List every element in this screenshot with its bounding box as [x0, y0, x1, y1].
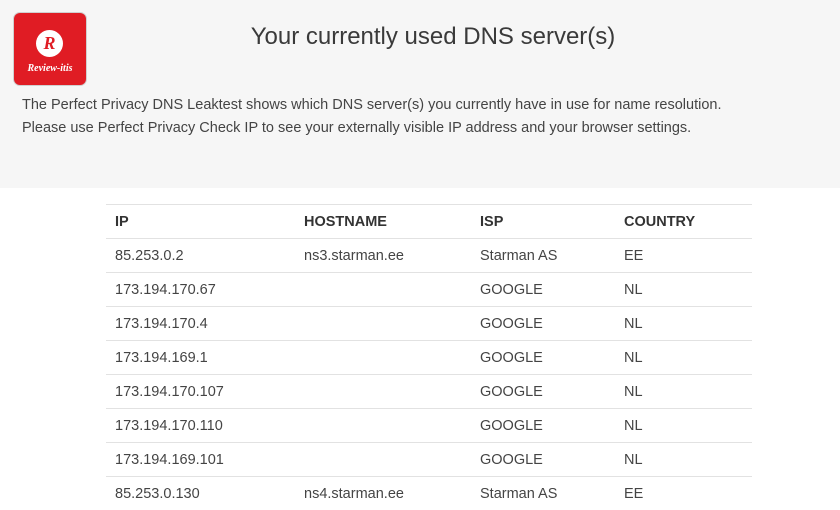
column-header-ip: IP: [106, 205, 295, 239]
cell-country: EE: [615, 477, 752, 510]
table-row: 85.253.0.2 ns3.starman.ee Starman AS EE: [106, 239, 752, 273]
column-header-isp: ISP: [471, 205, 615, 239]
cell-country: NL: [615, 375, 752, 409]
cell-isp: GOOGLE: [471, 273, 615, 307]
cell-ip: 85.253.0.130: [106, 477, 295, 510]
page-title: Your currently used DNS server(s): [0, 23, 840, 51]
logo-text: Review-itis: [14, 63, 86, 74]
header-section: R Review-itis Your currently used DNS se…: [0, 0, 840, 188]
cell-country: EE: [615, 239, 752, 273]
dns-servers-table: IP HOSTNAME ISP COUNTRY 85.253.0.2 ns3.s…: [106, 204, 752, 510]
cell-ip: 173.194.170.107: [106, 375, 295, 409]
cell-country: NL: [615, 341, 752, 375]
column-header-hostname: HOSTNAME: [295, 205, 471, 239]
cell-ip: 85.253.0.2: [106, 239, 295, 273]
cell-isp: GOOGLE: [471, 409, 615, 443]
cell-isp: GOOGLE: [471, 341, 615, 375]
cell-hostname: [295, 273, 471, 307]
cell-country: NL: [615, 409, 752, 443]
table-row: 173.194.170.107 GOOGLE NL: [106, 375, 752, 409]
cell-hostname: [295, 307, 471, 341]
cell-hostname: ns4.starman.ee: [295, 477, 471, 510]
cell-isp: Starman AS: [471, 477, 615, 510]
cell-ip: 173.194.170.4: [106, 307, 295, 341]
cell-ip: 173.194.169.1: [106, 341, 295, 375]
table-row: 173.194.169.1 GOOGLE NL: [106, 341, 752, 375]
cell-hostname: ns3.starman.ee: [295, 239, 471, 273]
table-row: 173.194.170.67 GOOGLE NL: [106, 273, 752, 307]
table-row: 173.194.170.4 GOOGLE NL: [106, 307, 752, 341]
column-header-country: COUNTRY: [615, 205, 752, 239]
cell-ip: 173.194.169.101: [106, 443, 295, 477]
cell-hostname: [295, 409, 471, 443]
description: The Perfect Privacy DNS Leaktest shows w…: [22, 94, 822, 140]
table-row: 85.253.0.130 ns4.starman.ee Starman AS E…: [106, 477, 752, 510]
cell-hostname: [295, 341, 471, 375]
cell-isp: GOOGLE: [471, 443, 615, 477]
description-line-1: The Perfect Privacy DNS Leaktest shows w…: [22, 94, 822, 117]
cell-country: NL: [615, 307, 752, 341]
cell-hostname: [295, 443, 471, 477]
table-row: 173.194.170.110 GOOGLE NL: [106, 409, 752, 443]
cell-isp: GOOGLE: [471, 375, 615, 409]
description-line-2: Please use Perfect Privacy Check IP to s…: [22, 117, 822, 140]
cell-country: NL: [615, 443, 752, 477]
cell-country: NL: [615, 273, 752, 307]
table-row: 173.194.169.101 GOOGLE NL: [106, 443, 752, 477]
cell-ip: 173.194.170.110: [106, 409, 295, 443]
cell-ip: 173.194.170.67: [106, 273, 295, 307]
table-header-row: IP HOSTNAME ISP COUNTRY: [106, 205, 752, 239]
cell-hostname: [295, 375, 471, 409]
cell-isp: Starman AS: [471, 239, 615, 273]
cell-isp: GOOGLE: [471, 307, 615, 341]
